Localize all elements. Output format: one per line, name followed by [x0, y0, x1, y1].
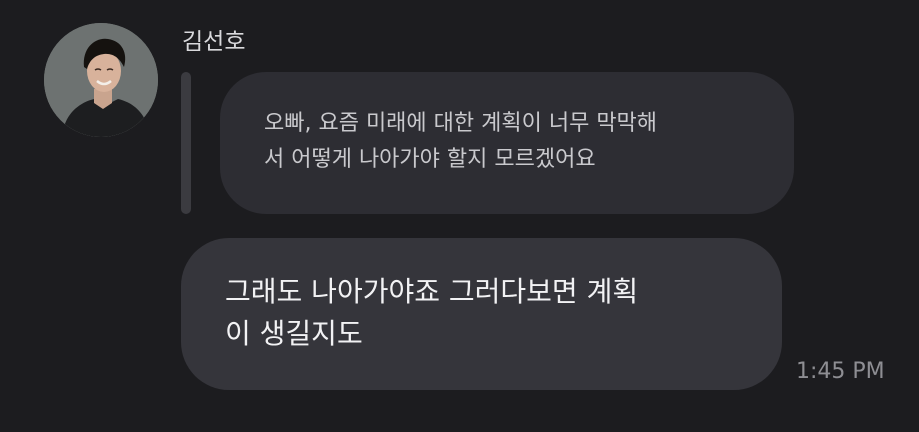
quoted-message-line-2: 서 어떻게 나아가야 할지 모르겠어요: [264, 147, 596, 172]
sender-name: 김선호: [182, 29, 246, 55]
message-line-2: 이 생길지도: [225, 317, 363, 350]
contact-photo-icon: [44, 23, 158, 137]
message-bubble[interactable]: 그래도 나아가야죠 그러다보면 계획 이 생길지도: [181, 238, 782, 390]
quoted-message-line-1: 오빠, 요즘 미래에 대한 계획이 너무 막막해: [264, 111, 658, 136]
message-line-1: 그래도 나아가야죠 그러다보면 계획: [225, 275, 639, 308]
message-timestamp: 1:45 PM: [796, 359, 885, 384]
avatar[interactable]: [44, 23, 158, 137]
reply-quote-bar: [181, 72, 191, 214]
quoted-message-bubble[interactable]: 오빠, 요즘 미래에 대한 계획이 너무 막막해 서 어떻게 나아가야 할지 모…: [220, 72, 794, 214]
